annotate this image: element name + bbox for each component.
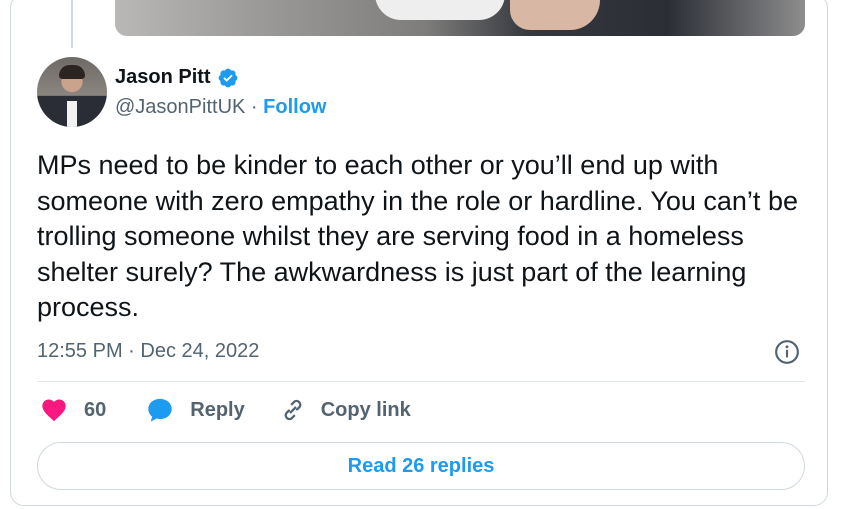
- author-name[interactable]: Jason Pitt: [115, 66, 211, 89]
- copy-link-label: Copy link: [320, 398, 411, 421]
- copy-link-button[interactable]: Copy link: [279, 396, 411, 424]
- handle-row: @JasonPittUK · Follow: [115, 96, 326, 119]
- media-plate-shape: [375, 0, 505, 20]
- like-count: 60: [84, 398, 107, 421]
- handle-separator: ·: [245, 96, 264, 118]
- verified-badge-icon: [218, 68, 237, 87]
- link-icon: [284, 399, 302, 421]
- like-button[interactable]: 60: [40, 396, 106, 424]
- follow-button[interactable]: Follow: [263, 96, 326, 118]
- quoted-media-image[interactable]: [115, 0, 805, 36]
- avatar-hair: [59, 65, 85, 79]
- heart-icon: [42, 399, 66, 422]
- divider: [37, 381, 805, 382]
- reply-bubble-icon: [148, 398, 172, 422]
- author-handle[interactable]: @JasonPittUK: [115, 96, 245, 118]
- media-hand-shape: [510, 0, 600, 30]
- avatar-shirt: [67, 101, 77, 127]
- tweet-text: MPs need to be kinder to each other or y…: [37, 150, 798, 322]
- reply-label: Reply: [190, 398, 245, 421]
- reply-button[interactable]: Reply: [146, 396, 245, 424]
- author-name-row[interactable]: Jason Pitt: [115, 66, 239, 89]
- avatar[interactable]: [37, 57, 107, 127]
- read-replies-label: Read 26 replies: [347, 454, 495, 477]
- tweet-timestamp[interactable]: 12:55 PM · Dec 24, 2022: [37, 340, 259, 363]
- read-replies-button[interactable]: Read 26 replies: [37, 442, 805, 490]
- info-icon[interactable]: [774, 339, 800, 365]
- thread-connector-line: [71, 0, 73, 48]
- tweet-actions: 60 Reply Copy link: [40, 396, 411, 424]
